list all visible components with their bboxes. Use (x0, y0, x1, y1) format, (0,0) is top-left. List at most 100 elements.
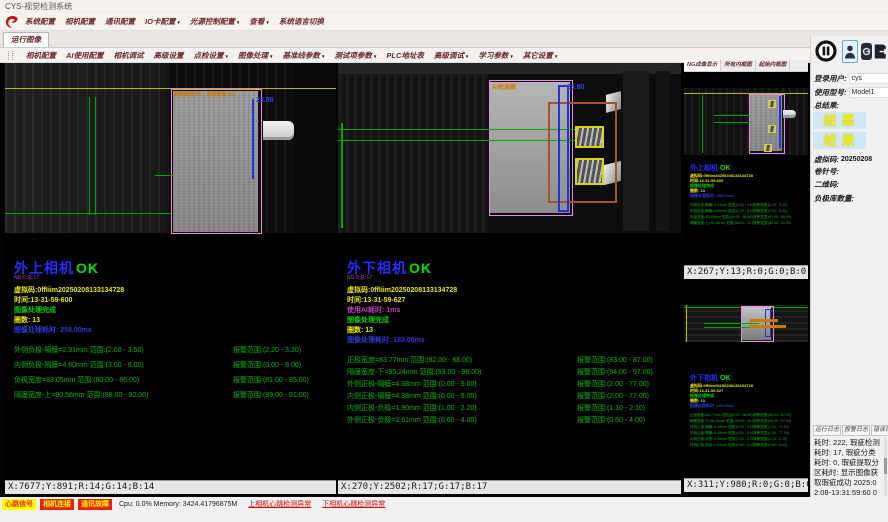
measurement-row: 正极宽度=83.77mm 范围:(82.00 - 88.00)报警范围:(83.… (347, 355, 678, 367)
measurement-row: 隔膜宽度-上=90.56mm 范围:(88.00 - 92.00)报警范围:(8… (14, 390, 333, 405)
toolbar-item[interactable]: 高级调试▼ (434, 50, 469, 61)
toolbar-item[interactable]: 其它设置▼ (523, 50, 558, 61)
tab-all-frames[interactable]: 所有内框图 (721, 60, 756, 71)
toolbar-item[interactable]: 基准线参数▼ (282, 50, 325, 61)
user-icon (844, 43, 856, 60)
camera-image-small-top[interactable] (684, 88, 808, 155)
defect-box-yellow (575, 158, 604, 185)
menu-item[interactable]: 系统语言切换 (279, 16, 325, 27)
measurement-row: 内侧正极-隔膜=4.38mm 范围:(0.00 - 9.00)报警范围:(2.0… (347, 391, 678, 403)
camera-view-left: 静态阈值:93，动态阈值:100 23.88 外上相机OK NG:0;总:17 … (5, 63, 336, 494)
result-ok: OK (720, 165, 731, 172)
lock-icon (862, 45, 871, 58)
window-titlebar[interactable]: CYS-视觉检测系统 (0, 0, 888, 13)
measure-blue-box (765, 309, 771, 337)
result-indicator-2: 结果 (813, 132, 866, 149)
menu-item[interactable]: IO卡配置▼ (145, 16, 181, 27)
ai-roi-label: AI检测框 (492, 82, 516, 91)
overlay-green-line (714, 115, 750, 116)
tab-start-frames[interactable]: 起始内框图 (756, 60, 791, 71)
measure-blue-line (252, 99, 254, 179)
user-button[interactable] (842, 40, 858, 63)
measurement-row: 外侧正极-隔膜=4.38mm 范围:(0.00 - 9.00)报警范围:(2.0… (347, 379, 678, 391)
overlay-green-line (704, 323, 759, 324)
camera-name: 外下相机 (690, 375, 718, 382)
menu-item[interactable]: 系统配置 (25, 16, 56, 27)
result-text-block-small: 外上相机OK 虚拟码:0ffIiim20250208133134728 时间:1… (690, 165, 806, 226)
lock-button[interactable] (861, 43, 872, 60)
toolbar-item[interactable]: 相机配置 (26, 50, 57, 61)
tab-run-image[interactable]: 运行图像 (3, 32, 49, 47)
toolbar-grip[interactable] (8, 51, 13, 60)
toolbar-item[interactable]: AI使用配置 (66, 50, 105, 61)
result-text-block-small: 外下相机OK 虚拟码:0ffIiim20250208133134728 时间:1… (690, 375, 806, 448)
barcode-line: 虚拟码:0ffIiim20250208133134728 (14, 286, 333, 296)
upper-camera-warning: 上相机心跳检测异常 (248, 499, 311, 509)
dropdown-arrow-icon: ▼ (176, 20, 180, 25)
camera-name: 外下相机 (347, 260, 407, 276)
toolbar-item[interactable]: PLC地址表 (386, 50, 425, 61)
menu-items: 系统配置 相机配置 通讯配置 IO卡配置▼ 光源控制配置▼ 查看▼ 系统语言切换 (25, 16, 325, 27)
pixel-coordinates: X:7677;Y:891;R:14;G:14;B:14 (5, 480, 336, 494)
small-view-tabs: NG成像显示 所有内框图 起始内框图 (684, 60, 808, 72)
exit-button[interactable] (873, 40, 888, 62)
toolbar-item[interactable]: 高级设置 (154, 50, 185, 61)
measure-value-label: 23.88 (256, 97, 274, 104)
result-text-block: 外上相机OK NG:0;总:17 虚拟码:0ffIiim202502081331… (14, 261, 333, 405)
window-title: CYS-视觉检测系统 (5, 2, 72, 11)
elapsed-line: 图像处理耗时: 183.00ms (690, 403, 806, 408)
menu-item[interactable]: 相机配置 (65, 16, 96, 27)
result-ok: OK (409, 260, 432, 276)
camera-connection-badge: 相机连接 (40, 499, 74, 510)
log-scrollbar[interactable] (884, 438, 887, 496)
model-value[interactable]: Model1 (849, 87, 888, 98)
overlay-green-line (338, 129, 576, 130)
log-output[interactable]: 耗时: 222, 瑕疵检测耗时: 17, 瑕疵分类耗时: 0, 瑕疵提取分区耗时… (814, 438, 882, 496)
overlay-green-line (95, 97, 96, 215)
measurement-row: 外侧负极-隔膜=2.91mm 范围:(2.00 - 3.50)报警范围:(2.2… (14, 345, 333, 360)
model-row: 使用型号: Model1 (814, 87, 888, 98)
camera-image-middle[interactable]: 23.80 AI检测框 (338, 63, 681, 233)
overlay-orange-mark (750, 325, 786, 328)
tab-ng-display[interactable]: NG成像显示 (684, 60, 721, 71)
camera-result-title: 外下相机OK (347, 261, 678, 275)
camera-result-title: 外上相机OK (14, 261, 333, 275)
log-tab[interactable]: 运行日志 (813, 425, 841, 436)
threshold-label: 静态阈值:93，动态阈值:100 (174, 91, 236, 98)
log-scrollbar-thumb[interactable] (884, 458, 887, 474)
measurement-row: 负极宽度=83.05mm 范围:(80.00 - 86.00)报警范围:(81.… (14, 375, 333, 390)
menu-item[interactable]: 光源控制配置▼ (190, 16, 240, 27)
needle-number-label: 卷针号: (814, 166, 839, 177)
measure-value-label: 23.80 (567, 84, 585, 91)
camera-image-left[interactable]: 静态阈值:93，动态阈值:100 23.88 (5, 63, 336, 233)
pixel-coordinates: X:270;Y:2502;R:17;G:17;B:17 (338, 480, 681, 494)
measurement-list: 正极宽度=83.77mm 范围:(82.00 - 88.00)报警范围:(83.… (347, 355, 678, 427)
menu-item[interactable]: 查看▼ (249, 16, 269, 27)
measurement-row: 外侧正极-负极=2.61mm 范围:(0.60 - 4.00)报警范围:(0.6… (690, 442, 806, 448)
toolbar-item[interactable]: 相机调试 (114, 50, 145, 61)
pause-button[interactable] (814, 39, 838, 63)
menu-item[interactable]: 通讯配置 (105, 16, 136, 27)
overlay-green-line (338, 140, 576, 141)
camera-image-small-bottom[interactable] (684, 305, 808, 342)
login-user-row: 登录用户: cys (814, 73, 888, 84)
virtual-code-value: 20250208 (841, 156, 872, 163)
pixel-coordinates: X:311;Y:980;R:0;G:0;B:0 (684, 478, 808, 492)
dropdown-arrow-icon: ▼ (509, 54, 513, 59)
log-tab[interactable]: 报警日志 (842, 425, 870, 436)
camera-view-ng-top: NG成像显示 所有内框图 起始内框图 外上相机OK 虚拟码:0ffIiim202… (684, 60, 808, 279)
measurement-list-small: 正极宽度=83.77mm 范围:(82.00 - 88.00)报警范围:(83.… (690, 412, 806, 448)
toolbar-item[interactable]: 测试项参数▼ (334, 50, 377, 61)
login-user-label: 登录用户: (814, 73, 847, 84)
done-line: 图像处理完成 (347, 316, 678, 326)
toolbar-item[interactable]: 学习参数▼ (478, 50, 513, 61)
login-user-value[interactable]: cys (849, 73, 888, 84)
turns-line: 圈数: 13 (14, 316, 333, 326)
toolbar-item[interactable]: 点检设置▼ (194, 50, 229, 61)
turns-line: 圈数: 13 (347, 326, 678, 336)
overlay-green-line (714, 122, 750, 123)
log-tab[interactable]: 错误日志 (871, 425, 888, 436)
virtual-code-row: 虚拟码: 20250208 (814, 154, 872, 165)
tab-connector-shape (783, 110, 796, 118)
toolbar-item[interactable]: 图像处理▼ (238, 50, 273, 61)
